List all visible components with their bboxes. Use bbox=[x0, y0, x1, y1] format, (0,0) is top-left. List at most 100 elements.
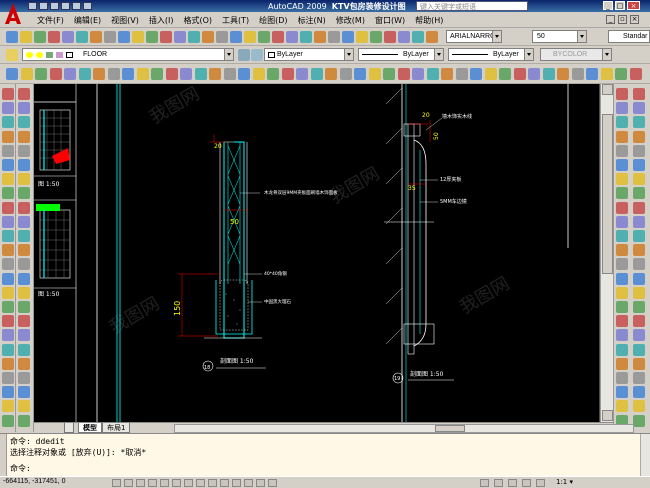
standard-tool-button-icon[interactable] bbox=[384, 31, 396, 43]
dimension-tool-button-icon[interactable] bbox=[616, 159, 628, 171]
standard-tool-button-icon[interactable] bbox=[62, 31, 74, 43]
property-tool-button-icon[interactable] bbox=[633, 201, 645, 214]
tab-model[interactable]: 模型 bbox=[78, 423, 102, 433]
property-tool-button-icon[interactable] bbox=[633, 88, 645, 100]
snap-tool-button-icon[interactable] bbox=[456, 68, 468, 80]
property-tool-button-icon[interactable] bbox=[633, 386, 645, 399]
standard-tool-button-icon[interactable] bbox=[174, 31, 186, 43]
status-toggle-button[interactable] bbox=[220, 479, 229, 487]
snap-tool-button-icon[interactable] bbox=[514, 68, 526, 80]
property-tool-button-icon[interactable] bbox=[633, 173, 645, 186]
text-style-select[interactable]: ARIALNARROW bbox=[446, 30, 502, 43]
doc-minimize-button[interactable]: _ bbox=[606, 15, 615, 24]
status-toggle-button[interactable] bbox=[148, 479, 157, 487]
draw-tool-button-icon[interactable] bbox=[2, 88, 14, 100]
layer-previous-icon[interactable] bbox=[251, 49, 263, 61]
maximize-button[interactable]: □ bbox=[615, 1, 625, 10]
snap-tool-button-icon[interactable] bbox=[180, 68, 192, 80]
snap-tool-button-icon[interactable] bbox=[238, 68, 250, 80]
modify-tool-button-icon[interactable] bbox=[18, 272, 30, 285]
standard-tool-button-icon[interactable] bbox=[328, 31, 340, 43]
modify-tool-button-icon[interactable] bbox=[18, 215, 30, 228]
undo-icon[interactable] bbox=[72, 2, 81, 10]
new-icon[interactable] bbox=[28, 2, 37, 10]
standard-tool-button-icon[interactable] bbox=[90, 31, 102, 43]
draw-tool-button-icon[interactable] bbox=[2, 301, 14, 313]
command-window-handle[interactable] bbox=[0, 434, 7, 477]
vertical-scrollbar[interactable] bbox=[600, 84, 613, 422]
snap-tool-button-icon[interactable] bbox=[528, 68, 540, 80]
modify-tool-button-icon[interactable] bbox=[18, 372, 30, 384]
dimension-tool-button-icon[interactable] bbox=[616, 187, 628, 200]
standard-tool-button-icon[interactable] bbox=[398, 31, 410, 43]
doc-close-button[interactable]: × bbox=[630, 15, 639, 24]
status-tray-button[interactable] bbox=[508, 479, 517, 487]
snap-tool-button-icon[interactable] bbox=[224, 68, 236, 80]
scroll-down-button[interactable] bbox=[602, 410, 613, 421]
snap-tool-button-icon[interactable] bbox=[209, 68, 221, 80]
linetype-select[interactable]: ByLayer bbox=[358, 48, 444, 61]
snap-tool-button-icon[interactable] bbox=[586, 68, 598, 80]
snap-tool-button-icon[interactable] bbox=[615, 68, 627, 80]
property-tool-button-icon[interactable] bbox=[633, 187, 645, 200]
status-toggle-button[interactable] bbox=[256, 479, 265, 487]
drawing-canvas[interactable]: 图 1:50 图 1:50 20 50 150 木龙骨双层9MM夹板面刷墙木饰面… bbox=[34, 84, 600, 422]
help-search-input[interactable]: 键入关键字或短语 bbox=[416, 1, 528, 11]
standard-tool-button-icon[interactable] bbox=[132, 31, 144, 43]
status-tray-button[interactable] bbox=[494, 479, 503, 487]
snap-tool-button-icon[interactable] bbox=[398, 68, 410, 80]
modify-tool-button-icon[interactable] bbox=[18, 286, 30, 299]
standard-tool-button-icon[interactable] bbox=[146, 31, 158, 43]
standard-tool-button-icon[interactable] bbox=[300, 31, 312, 43]
standard-tool-button-icon[interactable] bbox=[412, 31, 424, 43]
hscroll-thumb[interactable] bbox=[435, 425, 465, 432]
dimension-tool-button-icon[interactable] bbox=[616, 400, 628, 413]
dimension-tool-button-icon[interactable] bbox=[616, 329, 628, 342]
snap-tool-button-icon[interactable] bbox=[499, 68, 511, 80]
draw-tool-button-icon[interactable] bbox=[2, 329, 14, 342]
dimension-tool-button-icon[interactable] bbox=[616, 201, 628, 214]
status-toggle-button[interactable] bbox=[160, 479, 169, 487]
snap-tool-button-icon[interactable] bbox=[630, 68, 642, 80]
scroll-up-button[interactable] bbox=[602, 84, 613, 95]
dimension-tool-button-icon[interactable] bbox=[616, 230, 628, 242]
standard-tool-button-icon[interactable] bbox=[314, 31, 326, 43]
property-tool-button-icon[interactable] bbox=[633, 130, 645, 143]
draw-tool-button-icon[interactable] bbox=[2, 215, 14, 228]
modify-tool-button-icon[interactable] bbox=[18, 400, 30, 413]
modify-tool-button-icon[interactable] bbox=[18, 343, 30, 356]
dimension-tool-button-icon[interactable] bbox=[616, 88, 628, 100]
snap-tool-button-icon[interactable] bbox=[572, 68, 584, 80]
dimension-tool-button-icon[interactable] bbox=[616, 215, 628, 228]
snap-tool-button-icon[interactable] bbox=[93, 68, 105, 80]
horizontal-scrollbar[interactable] bbox=[174, 424, 634, 433]
standard-tool-button-icon[interactable] bbox=[118, 31, 130, 43]
open-icon[interactable] bbox=[39, 2, 48, 10]
dimension-tool-button-icon[interactable] bbox=[616, 102, 628, 115]
snap-tool-button-icon[interactable] bbox=[485, 68, 497, 80]
tab-layout1[interactable]: 布局1 bbox=[102, 423, 131, 433]
print-icon[interactable] bbox=[61, 2, 70, 10]
layer-select[interactable]: FLOOR bbox=[22, 48, 234, 61]
modify-tool-button-icon[interactable] bbox=[18, 414, 30, 427]
dimension-tool-button-icon[interactable] bbox=[616, 315, 628, 328]
draw-tool-button-icon[interactable] bbox=[2, 244, 14, 257]
property-tool-button-icon[interactable] bbox=[633, 116, 645, 129]
dimension-tool-button-icon[interactable] bbox=[616, 272, 628, 285]
modify-tool-button-icon[interactable] bbox=[18, 173, 30, 186]
tab-first-button[interactable] bbox=[64, 423, 74, 433]
command-scrollbar[interactable] bbox=[640, 434, 650, 477]
modify-tool-button-icon[interactable] bbox=[18, 144, 30, 157]
status-tray-button[interactable] bbox=[522, 479, 531, 487]
menu-format[interactable]: 格式(O) bbox=[178, 15, 217, 26]
snap-tool-button-icon[interactable] bbox=[282, 68, 294, 80]
menu-dimension[interactable]: 标注(N) bbox=[293, 15, 331, 26]
snap-tool-button-icon[interactable] bbox=[427, 68, 439, 80]
snap-tool-button-icon[interactable] bbox=[50, 68, 62, 80]
color-select[interactable]: ByLayer bbox=[264, 48, 354, 61]
status-toggle-button[interactable] bbox=[124, 479, 133, 487]
modify-tool-button-icon[interactable] bbox=[18, 88, 30, 100]
save-icon[interactable] bbox=[50, 2, 59, 10]
modify-tool-button-icon[interactable] bbox=[18, 159, 30, 171]
modify-tool-button-icon[interactable] bbox=[18, 244, 30, 257]
